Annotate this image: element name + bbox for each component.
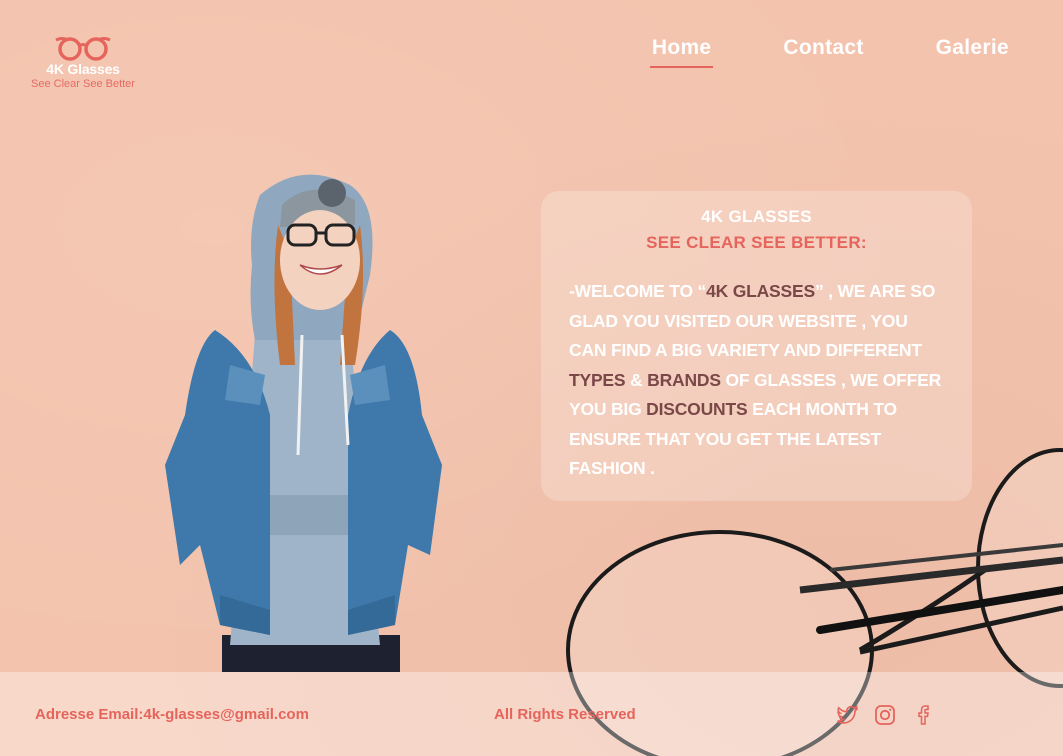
main-nav: Home Contact Galerie <box>649 36 1009 68</box>
facebook-icon[interactable] <box>911 703 935 727</box>
card-brands-highlight: Brands <box>647 369 721 390</box>
hero-person-image <box>165 174 442 672</box>
card-types-highlight: Types <box>569 369 626 390</box>
twitter-icon[interactable] <box>835 703 859 727</box>
glasses-icon <box>55 37 111 61</box>
card-body: -Welcome to “4K Glasses” , we are so gla… <box>569 277 949 484</box>
card-title: 4K Glasses <box>701 207 812 226</box>
footer-rights: All Rights Reserved <box>494 706 636 723</box>
welcome-card: 4K Glasses See Clear See Better: -Welcom… <box>541 191 972 501</box>
social-links <box>835 703 935 727</box>
card-discounts-highlight: Discounts <box>646 399 748 419</box>
brand-name: 4K Glasses <box>46 61 120 77</box>
card-slogan: See Clear See Better: <box>646 233 867 252</box>
card-text: -Welcome to “ <box>569 281 707 301</box>
brand-tagline: See Clear See Better <box>31 78 135 90</box>
nav-contact[interactable]: Contact <box>783 36 863 66</box>
nav-home[interactable]: Home <box>649 36 713 68</box>
footer-email[interactable]: Adresse Email:4k-glasses@gmail.com <box>35 706 309 723</box>
footer: Adresse Email:4k-glasses@gmail.com All R… <box>0 672 1063 756</box>
card-brand-highlight: 4K Glasses <box>706 281 815 301</box>
brand-logo[interactable]: 4K Glasses See Clear See Better <box>28 36 138 90</box>
nav-galerie[interactable]: Galerie <box>936 36 1009 66</box>
instagram-icon[interactable] <box>873 703 897 727</box>
card-text: & <box>625 369 648 390</box>
